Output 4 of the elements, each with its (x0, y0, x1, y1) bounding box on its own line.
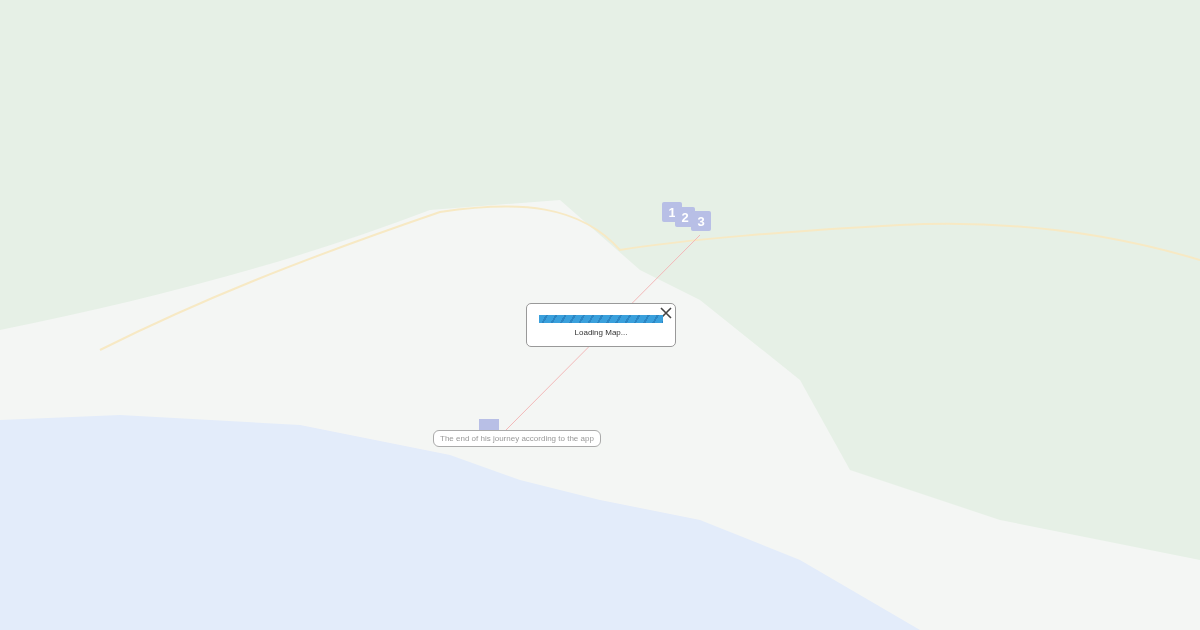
map-marker[interactable]: 3 (691, 211, 711, 231)
close-button[interactable] (659, 306, 673, 320)
map-tooltip: The end of his journey according to the app (433, 430, 601, 447)
loading-message: Loading Map... (574, 328, 628, 337)
